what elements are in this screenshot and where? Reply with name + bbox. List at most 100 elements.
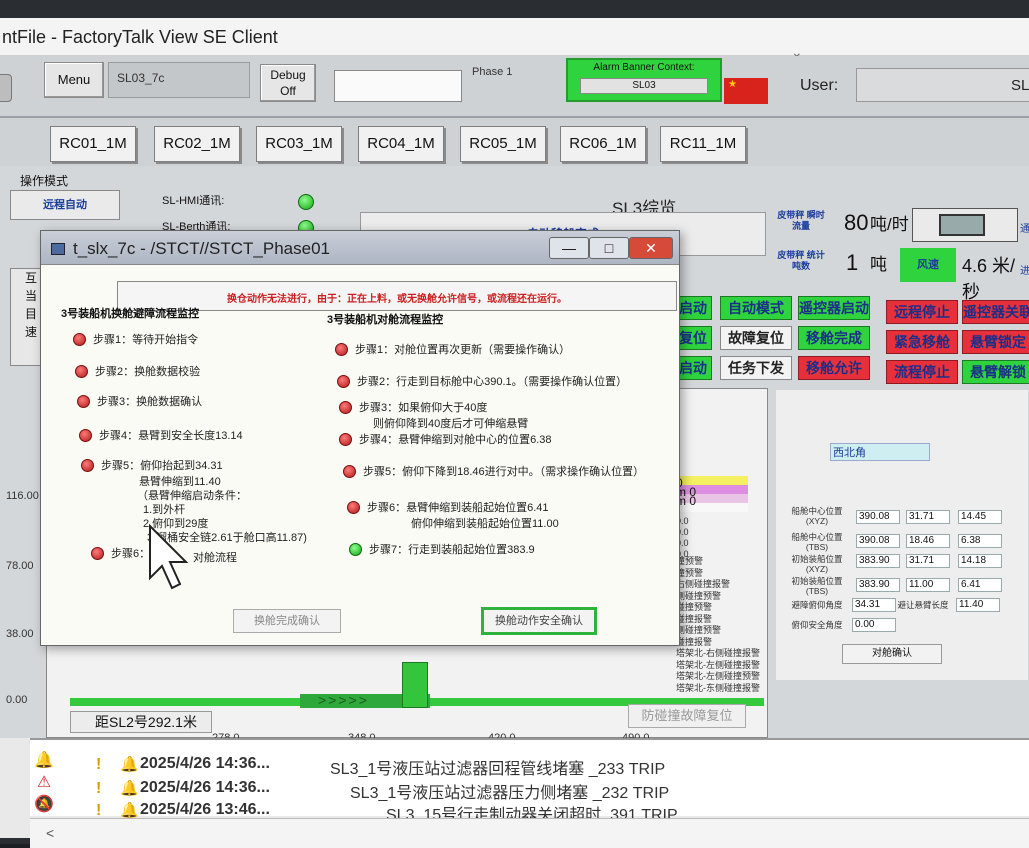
close-button[interactable]: ✕ — [629, 237, 673, 259]
alarm-banner-context[interactable]: Alarm Banner Context: SL03 — [566, 58, 722, 102]
minimize-button[interactable]: — — [549, 237, 589, 259]
wind-speed: 4.6 米/秒 — [962, 256, 1016, 302]
step-text: 步骤3：换舱数据确认 — [97, 396, 203, 408]
alarm-context-value: SL03 — [580, 78, 708, 94]
tab-rc05[interactable]: RC05_1M — [460, 126, 546, 162]
swap-safety-confirm-button[interactable]: 换舱动作安全确认 — [481, 607, 597, 635]
collision-alarm: 碰撞报警 — [676, 613, 713, 624]
step-status-led — [339, 401, 352, 414]
power-button[interactable] — [0, 74, 12, 102]
tab-rc11[interactable]: RC11_1M — [660, 126, 746, 162]
fault-reset-button[interactable]: 故障复位 — [720, 326, 792, 350]
hmi-comm-status-led — [298, 194, 314, 210]
scroll-left-icon[interactable]: < — [46, 825, 54, 841]
coord-value: 383.90 — [856, 578, 900, 592]
collision-alarm: 塔架北-左侧碰撞预警 — [676, 671, 760, 681]
swap-complete-confirm-button[interactable]: 换舱完成确认 — [233, 609, 341, 633]
alarm-silence-icon[interactable]: 🔕 — [30, 794, 58, 816]
anti-collision-reset-button[interactable]: 防碰撞故障复位 — [628, 704, 746, 728]
mouse-cursor-icon — [149, 523, 189, 590]
step-status-led — [347, 501, 360, 514]
collision-alarm: 塔架北-右侧碰撞报警 — [676, 648, 760, 658]
alarm-bell-icon[interactable]: 🔔 — [30, 750, 58, 772]
boom-length-value: 11.40 — [956, 598, 1000, 612]
debug-state: Off — [280, 84, 296, 98]
screen-name-box: SL03_7c — [108, 62, 250, 98]
status-color-stack: 0 m 0 m 0 — [676, 476, 748, 512]
phase-dialog: t_slx_7c - /STCT//STCT_Phase01 — □ ✕ 换仓动… — [40, 230, 680, 646]
collision-alarm: 侧碰撞预警 — [676, 590, 722, 601]
menu-button[interactable]: Menu — [44, 62, 104, 98]
task-dispatch-button[interactable]: 任务下发 — [720, 356, 792, 380]
process-tabs: RC01_1M RC02_1M RC03_1M RC04_1M RC05_1M … — [0, 118, 1029, 166]
warning-icon: ! — [96, 802, 102, 819]
lift-angle-label: 避障俯仰角度 — [791, 600, 843, 610]
step-text: 步骤5：俯仰下降到18.46进行对中。（需求操作确认位置） — [363, 466, 645, 478]
coord-value: 390.08 — [856, 534, 900, 548]
step-text: 步骤1：对舱位置再次更新（需要操作确认） — [355, 344, 571, 356]
boom-unlock-button[interactable]: 悬臂解锁 — [962, 360, 1029, 384]
bell-icon: 🔔 — [120, 756, 139, 773]
coord-value: 390.08 — [856, 510, 900, 524]
maximize-button[interactable]: □ — [589, 237, 629, 259]
warning-icon: ! — [96, 780, 102, 797]
step-text: 步骤4：悬臂到安全长度13.14 — [99, 430, 243, 442]
bell-icon: 🔔 — [120, 780, 139, 797]
step-status-led — [339, 433, 352, 446]
collision-alarm: 塔架北-左侧碰撞报警 — [676, 659, 760, 670]
belt-total-value: 1 — [846, 250, 859, 275]
alarm-ack-icon[interactable]: ⚠ — [30, 772, 58, 794]
status-row: m 0 — [676, 494, 748, 508]
step-status-led — [75, 365, 88, 378]
boom-lock-button[interactable]: 悬臂锁定 — [962, 330, 1029, 354]
status-row: m 0 — [676, 485, 748, 499]
step-status-led — [73, 333, 86, 346]
phase-label: Phase 1 — [472, 66, 513, 78]
boom-length-label: 避让悬臂长度 — [897, 600, 949, 610]
blank-input-field[interactable] — [334, 70, 462, 102]
alarm-row[interactable]: ! 🔔 2025/4/26 14:36... SL3_1号液压站过滤器压力侧堵塞… — [96, 778, 1029, 802]
belt-flow-value: 80 — [844, 210, 869, 235]
step-detail: 则俯仰降到40度后才可伸缩悬臂 — [373, 418, 529, 430]
tab-rc04[interactable]: RC04_1M — [358, 126, 444, 162]
tab-rc06[interactable]: RC06_1M — [560, 126, 646, 162]
step-status-led — [81, 459, 94, 472]
step-status-led — [335, 343, 348, 356]
ship-align-confirm-button[interactable]: 对舱确认 — [842, 644, 942, 664]
bell-icon: 🔔 — [120, 802, 139, 819]
coord-value: 383.90 — [856, 554, 900, 568]
auto-mode-button[interactable]: 自动模式 — [720, 296, 792, 320]
step-text: 步骤2：行走到目标舱中心390.1。（需要操作确认位置） — [357, 376, 628, 388]
collision-alarm: 塔架北-东侧碰撞报警 — [676, 682, 760, 693]
y-tick: 38.00 — [6, 628, 34, 640]
emergency-move-button[interactable]: 紧急移舱 — [886, 330, 958, 354]
remote-auto-button[interactable]: 远程自动 — [10, 190, 120, 220]
alarm-message: SL3_1号液压站过滤器回程管线堵塞 _233 TRIP — [330, 761, 666, 778]
belt-flow-label: 皮带秤 瞬时流量 — [777, 210, 825, 231]
belt-flow-unit: 吨/时 — [870, 215, 909, 234]
screen-name: SL03_7c — [117, 71, 165, 85]
collision-alarm: 撞预警 — [676, 567, 704, 578]
edge-label: 通 — [1020, 224, 1029, 235]
tab-rc02[interactable]: RC02_1M — [154, 126, 240, 162]
coord-value: 18.46 — [906, 534, 950, 548]
move-allow-button[interactable]: 移舱允许 — [798, 356, 870, 380]
tab-rc01[interactable]: RC01_1M — [50, 126, 136, 162]
user-value: SL — [1011, 77, 1029, 94]
move-complete-button[interactable]: 移舱完成 — [798, 326, 870, 350]
remote-stop-button[interactable]: 远程停止 — [886, 300, 958, 324]
coord-label: 船舱中心位置 (XYZ) — [791, 506, 843, 526]
coord-value: 31.71 — [906, 554, 950, 568]
dialog-title-bar[interactable]: t_slx_7c - /STCT//STCT_Phase01 — □ ✕ — [41, 231, 679, 265]
debug-button[interactable]: Debug Off — [260, 64, 316, 102]
remote-start-button[interactable]: 遥控器启动 — [798, 296, 870, 320]
process-stop-button[interactable]: 流程停止 — [886, 360, 958, 384]
tab-rc03[interactable]: RC03_1M — [256, 126, 342, 162]
step-text: 步骤7：行走到装船起始位置383.9 — [369, 544, 535, 556]
step-status-led — [77, 395, 90, 408]
step-status-led — [349, 543, 362, 556]
alarm-row[interactable]: ! 🔔 2025/4/26 14:36... SL3_1号液压站过滤器回程管线堵… — [96, 754, 1029, 778]
coord-value: 31.71 — [906, 510, 950, 524]
remote-link-button[interactable]: 遥控器关联 — [962, 300, 1029, 324]
coord-label: 船舱中心位置 (TBS) — [791, 532, 843, 552]
